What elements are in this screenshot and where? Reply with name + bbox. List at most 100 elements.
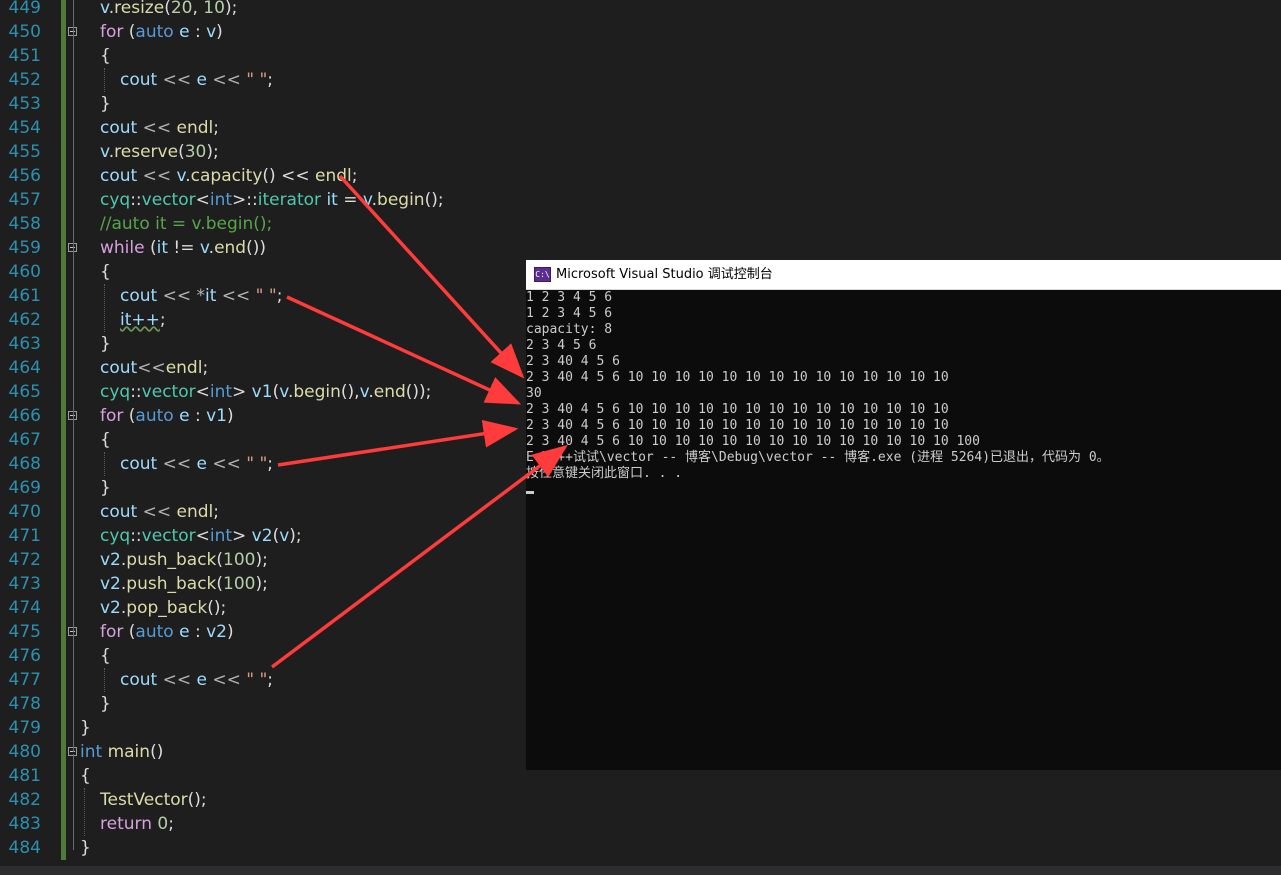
code-text: it++; — [120, 308, 166, 332]
code-token: << — [206, 670, 247, 690]
line-number: 463 — [8, 334, 41, 354]
line-number: 476 — [8, 646, 41, 666]
code-token: " " — [246, 670, 268, 690]
code-token: push_back — [126, 574, 217, 594]
debug-console-window[interactable]: C:\ Microsoft Visual Studio 调试控制台 1 2 3 … — [526, 260, 1281, 770]
console-title-bar[interactable]: C:\ Microsoft Visual Studio 调试控制台 — [526, 260, 1281, 290]
code-text: cout << v.capacity() << endl; — [100, 164, 357, 188]
code-token: v1 — [206, 406, 227, 426]
code-token: ( — [178, 142, 185, 162]
code-token: : — [189, 406, 207, 426]
code-token: v — [199, 238, 209, 258]
code-token: } — [100, 694, 111, 714]
code-token: } — [100, 94, 111, 114]
code-text: cout<<endl; — [100, 356, 208, 380]
code-line[interactable]: 482 TestVector(); — [0, 788, 1281, 812]
code-token: main — [107, 742, 151, 762]
indent-guide — [104, 452, 105, 476]
code-text: } — [80, 716, 91, 740]
code-token: vector — [141, 382, 196, 402]
code-line[interactable]: 456 cout << v.capacity() << endl; — [0, 164, 1281, 188]
line-number: 478 — [8, 694, 41, 714]
code-line[interactable]: 484} — [0, 836, 1281, 860]
code-token: end — [373, 382, 406, 402]
code-token: return — [100, 814, 152, 834]
code-token: pop_back — [126, 598, 208, 618]
console-line: 2 3 40 4 5 6 10 10 10 10 10 10 10 10 10 … — [526, 402, 949, 417]
console-line: 1 2 3 4 5 6 — [526, 290, 613, 305]
code-token: int — [209, 190, 233, 210]
code-token: ( — [123, 622, 136, 642]
code-token: << — [206, 454, 247, 474]
code-token: << — [137, 358, 166, 378]
code-token: ) — [227, 622, 234, 642]
line-number: 461 — [8, 286, 41, 306]
code-token: endl — [176, 502, 214, 522]
line-number: 458 — [8, 214, 41, 234]
code-text: cout << e << " "; — [120, 668, 273, 692]
code-token: ( — [164, 0, 171, 18]
code-token: v — [176, 166, 186, 186]
code-token: :: — [130, 190, 142, 210]
code-line[interactable]: 453} — [0, 92, 1281, 116]
code-text: v.resize(20, 10); — [100, 0, 237, 20]
code-token: cout — [100, 166, 138, 186]
code-token: vector — [141, 526, 196, 546]
code-line[interactable]: 459 while (it != v.end()) — [0, 236, 1281, 260]
code-token: >:: — [232, 190, 258, 210]
console-line: 2 3 40 4 5 6 10 10 10 10 10 10 10 10 10 … — [526, 370, 949, 385]
console-cursor — [526, 491, 534, 494]
code-token: e — [179, 22, 190, 42]
code-token: e — [196, 670, 207, 690]
line-number: 479 — [8, 718, 41, 738]
line-number: 464 — [8, 358, 41, 378]
code-token: it++ — [120, 310, 160, 330]
code-token: while — [100, 238, 145, 258]
code-token: ; — [213, 502, 219, 522]
code-token: endl — [176, 118, 214, 138]
code-token: < — [195, 526, 210, 546]
code-token: ; — [351, 166, 358, 186]
code-token: v — [100, 142, 109, 162]
code-token: ); — [289, 526, 302, 546]
code-token: v2 — [100, 598, 121, 618]
code-line[interactable]: 452 cout << e << " "; — [0, 68, 1281, 92]
code-line[interactable]: 449 v.resize(20, 10); — [0, 0, 1281, 20]
code-line[interactable]: 458 //auto it = v.begin(); — [0, 212, 1281, 236]
code-line[interactable]: 450 for (auto e : v) — [0, 20, 1281, 44]
line-number: 460 — [8, 262, 41, 282]
code-token: { — [80, 766, 91, 786]
console-line: 2 3 40 4 5 6 10 10 10 10 10 10 10 10 10 … — [526, 418, 949, 433]
code-token: v2 — [100, 574, 121, 594]
status-bar — [0, 866, 1281, 875]
code-token: v2 — [206, 622, 227, 642]
code-token: v1 — [251, 382, 273, 402]
code-token: > — [232, 382, 252, 402]
line-number: 457 — [8, 190, 41, 210]
code-text: cout << endl; — [100, 500, 219, 524]
code-line[interactable]: 454 cout << endl; — [0, 116, 1281, 140]
code-token: v — [279, 382, 288, 402]
indent-guide — [104, 284, 105, 332]
code-line[interactable]: 451 { — [0, 44, 1281, 68]
line-number: 484 — [8, 838, 41, 858]
line-number: 473 — [8, 574, 41, 594]
code-token: ) — [227, 406, 234, 426]
code-token: reserve — [114, 142, 179, 162]
code-line[interactable]: 455 v.reserve(30); — [0, 140, 1281, 164]
code-text: } — [100, 692, 111, 716]
code-line[interactable]: 457 cyq::vector<int>::iterator it = v.beg… — [0, 188, 1281, 212]
code-token: v2 — [100, 550, 121, 570]
line-number: 466 — [8, 406, 41, 426]
console-line: 2 3 4 5 6 — [526, 338, 597, 353]
code-token: { — [100, 646, 111, 666]
code-text: cyq::vector<int> v1(v.begin(),v.end()); — [100, 380, 431, 404]
line-number: 474 — [8, 598, 41, 618]
code-token: () — [150, 742, 164, 762]
line-number: 472 — [8, 550, 41, 570]
scope-line — [73, 754, 74, 850]
code-token: 30 — [184, 142, 207, 162]
code-token: v2 — [251, 526, 273, 546]
line-number: 468 — [8, 454, 41, 474]
code-line[interactable]: 483 return 0; — [0, 812, 1281, 836]
